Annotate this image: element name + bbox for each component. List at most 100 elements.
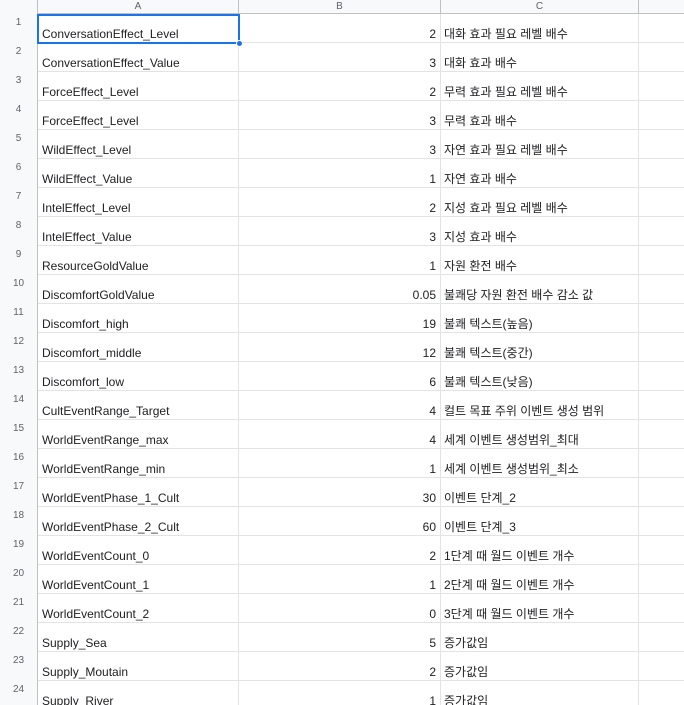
- cell-key[interactable]: Supply_Moutain: [38, 652, 239, 680]
- cell-description[interactable]: 대화 효과 필요 레벨 배수: [441, 14, 639, 42]
- cell-description[interactable]: 자연 효과 배수: [441, 159, 639, 187]
- cell-empty[interactable]: [639, 159, 684, 187]
- row-number[interactable]: 19: [0, 536, 38, 565]
- cell-empty[interactable]: [639, 478, 684, 506]
- cell-empty[interactable]: [639, 391, 684, 419]
- cell-empty[interactable]: [639, 72, 684, 100]
- cell-value[interactable]: 1: [239, 681, 441, 705]
- cell-key[interactable]: WorldEventRange_min: [38, 449, 239, 477]
- row-number[interactable]: 23: [0, 652, 38, 681]
- row-number[interactable]: 11: [0, 304, 38, 333]
- cell-value[interactable]: 3: [239, 43, 441, 71]
- cell-key[interactable]: IntelEffect_Level: [38, 188, 239, 216]
- row-number[interactable]: 2: [0, 43, 38, 72]
- row-number[interactable]: 24: [0, 681, 38, 705]
- cell-description[interactable]: 증가값임: [441, 652, 639, 680]
- cell-key[interactable]: WildEffect_Value: [38, 159, 239, 187]
- cell-value[interactable]: 2: [239, 14, 441, 42]
- cell-value[interactable]: 60: [239, 507, 441, 535]
- column-header-d[interactable]: [639, 0, 684, 14]
- cell-value[interactable]: 4: [239, 420, 441, 448]
- row-number[interactable]: 8: [0, 217, 38, 246]
- cell-value[interactable]: 0: [239, 594, 441, 622]
- cell-empty[interactable]: [639, 420, 684, 448]
- cell-value[interactable]: 0.05: [239, 275, 441, 303]
- cell-description[interactable]: 무력 효과 필요 레벨 배수: [441, 72, 639, 100]
- cell-key[interactable]: Supply_Sea: [38, 623, 239, 651]
- cell-key[interactable]: WorldEventPhase_2_Cult: [38, 507, 239, 535]
- cell-value[interactable]: 2: [239, 536, 441, 564]
- row-number[interactable]: 14: [0, 391, 38, 420]
- cell-description[interactable]: 1단계 때 월드 이벤트 개수: [441, 536, 639, 564]
- cell-empty[interactable]: [639, 652, 684, 680]
- cell-value[interactable]: 19: [239, 304, 441, 332]
- cell-key[interactable]: ConversationEffect_Value: [38, 43, 239, 71]
- cell-value[interactable]: 1: [239, 246, 441, 274]
- cell-value[interactable]: 3: [239, 130, 441, 158]
- row-number[interactable]: 17: [0, 478, 38, 507]
- fill-handle[interactable]: [236, 40, 243, 47]
- cell-empty[interactable]: [639, 246, 684, 274]
- cell-description[interactable]: 지성 효과 배수: [441, 217, 639, 245]
- row-number[interactable]: 15: [0, 420, 38, 449]
- cell-description[interactable]: 2단계 때 월드 이벤트 개수: [441, 565, 639, 593]
- cell-description[interactable]: 자연 효과 필요 레벨 배수: [441, 130, 639, 158]
- row-number[interactable]: 20: [0, 565, 38, 594]
- cell-description[interactable]: 무력 효과 배수: [441, 101, 639, 129]
- select-all-corner[interactable]: [0, 0, 38, 14]
- row-number[interactable]: 12: [0, 333, 38, 362]
- row-number[interactable]: 10: [0, 275, 38, 304]
- cell-description[interactable]: 지성 효과 필요 레벨 배수: [441, 188, 639, 216]
- column-header-b[interactable]: B: [239, 0, 441, 14]
- column-header-a[interactable]: A: [38, 0, 239, 14]
- row-number[interactable]: 13: [0, 362, 38, 391]
- cell-key[interactable]: WorldEventRange_max: [38, 420, 239, 448]
- cell-description[interactable]: 불쾌 텍스트(낮음): [441, 362, 639, 390]
- row-number[interactable]: 22: [0, 623, 38, 652]
- column-header-c[interactable]: C: [441, 0, 639, 14]
- row-number[interactable]: 18: [0, 507, 38, 536]
- cell-value[interactable]: 1: [239, 565, 441, 593]
- cell-description[interactable]: 세계 이벤트 생성범위_최소: [441, 449, 639, 477]
- cell-key[interactable]: WorldEventCount_0: [38, 536, 239, 564]
- cell-value[interactable]: 3: [239, 217, 441, 245]
- cell-key[interactable]: WorldEventPhase_1_Cult: [38, 478, 239, 506]
- cell-empty[interactable]: [639, 333, 684, 361]
- cell-empty[interactable]: [639, 594, 684, 622]
- cell-value[interactable]: 30: [239, 478, 441, 506]
- cell-value[interactable]: 4: [239, 391, 441, 419]
- cell-empty[interactable]: [639, 130, 684, 158]
- cell-key[interactable]: ForceEffect_Level: [38, 101, 239, 129]
- cell-key[interactable]: ConversationEffect_Level: [38, 14, 239, 42]
- cell-empty[interactable]: [639, 362, 684, 390]
- row-number[interactable]: 7: [0, 188, 38, 217]
- cell-key[interactable]: WildEffect_Level: [38, 130, 239, 158]
- cell-empty[interactable]: [639, 275, 684, 303]
- row-number[interactable]: 1: [0, 14, 38, 43]
- cell-description[interactable]: 컬트 목표 주위 이벤트 생성 범위: [441, 391, 639, 419]
- cell-value[interactable]: 5: [239, 623, 441, 651]
- cell-empty[interactable]: [639, 43, 684, 71]
- cell-empty[interactable]: [639, 449, 684, 477]
- cell-description[interactable]: 증가값임: [441, 681, 639, 705]
- cell-value[interactable]: 2: [239, 72, 441, 100]
- cell-description[interactable]: 이벤트 단계_3: [441, 507, 639, 535]
- row-number[interactable]: 16: [0, 449, 38, 478]
- cell-key[interactable]: CultEventRange_Target: [38, 391, 239, 419]
- cell-empty[interactable]: [639, 304, 684, 332]
- cell-value[interactable]: 1: [239, 449, 441, 477]
- cell-empty[interactable]: [639, 623, 684, 651]
- cell-key[interactable]: Discomfort_low: [38, 362, 239, 390]
- cell-description[interactable]: 세계 이벤트 생성범위_최대: [441, 420, 639, 448]
- cell-value[interactable]: 2: [239, 652, 441, 680]
- cell-description[interactable]: 3단계 때 월드 이벤트 개수: [441, 594, 639, 622]
- row-number[interactable]: 6: [0, 159, 38, 188]
- cell-description[interactable]: 이벤트 단계_2: [441, 478, 639, 506]
- cell-key[interactable]: DiscomfortGoldValue: [38, 275, 239, 303]
- cell-empty[interactable]: [639, 217, 684, 245]
- cell-value[interactable]: 6: [239, 362, 441, 390]
- cell-empty[interactable]: [639, 507, 684, 535]
- cell-key[interactable]: ForceEffect_Level: [38, 72, 239, 100]
- cell-description[interactable]: 자원 환전 배수: [441, 246, 639, 274]
- cell-value[interactable]: 12: [239, 333, 441, 361]
